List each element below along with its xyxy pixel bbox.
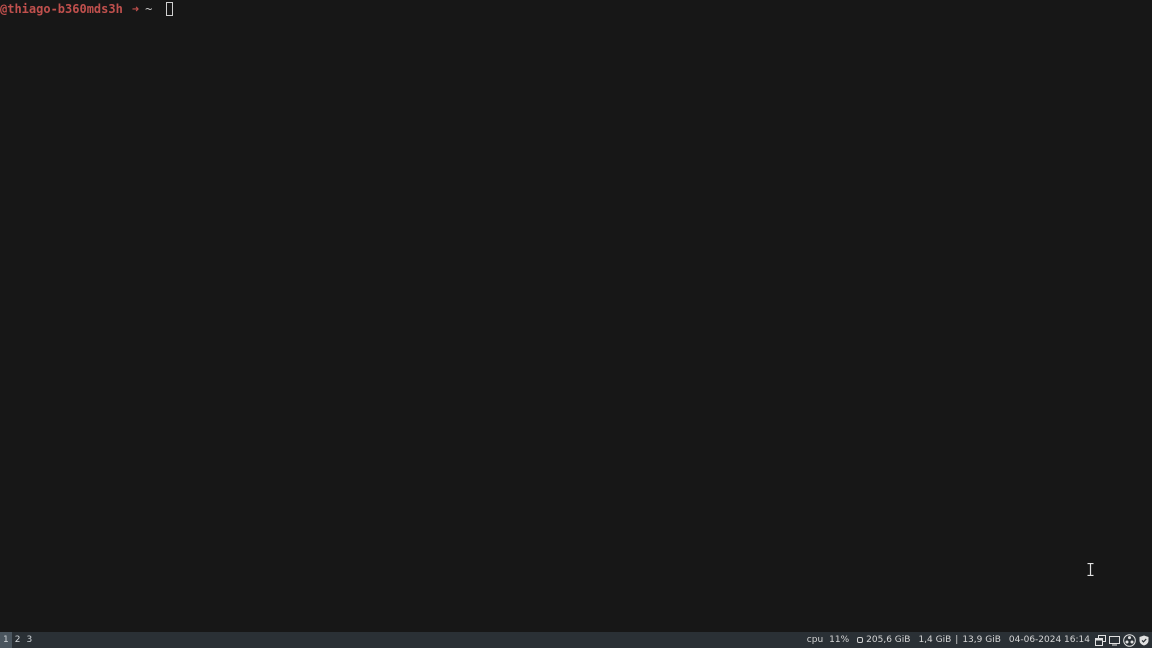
terminal-window[interactable]: @thiago-b360mds3h ➜ ~ <box>0 0 1152 632</box>
status-tray: cpu 11% 205,6 GiB 1,4 GiB | 13,9 GiB 04-… <box>807 632 1152 648</box>
disk-value: 205,6 GiB <box>866 635 911 645</box>
windows-icon[interactable] <box>1095 634 1106 646</box>
prompt-line: @thiago-b360mds3h ➜ ~ <box>0 1 174 17</box>
memory-usage: 1,4 GiB | 13,9 GiB <box>918 635 1000 645</box>
disk-icon <box>857 637 864 643</box>
mouse-ibeam-icon <box>1087 563 1094 576</box>
cpu-value: 11% <box>829 635 850 645</box>
cpu-label: cpu <box>806 635 824 645</box>
shield-icon[interactable] <box>1139 635 1149 646</box>
memory-separator: | <box>955 635 959 645</box>
workspace-1[interactable]: 1 <box>0 632 12 648</box>
datetime: 04-06-2024 16:14 <box>1008 635 1090 645</box>
prompt-arrow: ➜ <box>131 2 140 16</box>
cpu-usage: cpu 11% <box>807 635 849 645</box>
memory-used: 1,4 GiB <box>918 635 952 645</box>
prompt-directory: ~ <box>145 2 153 16</box>
display-icon[interactable] <box>1109 635 1120 646</box>
desktop: @thiago-b360mds3h ➜ ~ 1 2 3 cpu 11% 205,… <box>0 0 1152 648</box>
status-bar: 1 2 3 cpu 11% 205,6 GiB 1,4 GiB | 13,9 G… <box>0 632 1152 648</box>
workspace-3[interactable]: 3 <box>23 632 35 648</box>
workspace-2[interactable]: 2 <box>12 632 24 648</box>
disk-usage: 205,6 GiB <box>857 635 910 645</box>
prompt-host: @thiago-b360mds3h <box>0 2 123 16</box>
memory-total: 13,9 GiB <box>962 635 1001 645</box>
obs-icon[interactable] <box>1123 633 1136 647</box>
workspace-switcher: 1 2 3 <box>0 632 35 648</box>
tray-icons <box>1095 633 1149 647</box>
text-cursor <box>166 2 174 16</box>
clock: 04-06-2024 16:14 <box>1009 635 1090 645</box>
